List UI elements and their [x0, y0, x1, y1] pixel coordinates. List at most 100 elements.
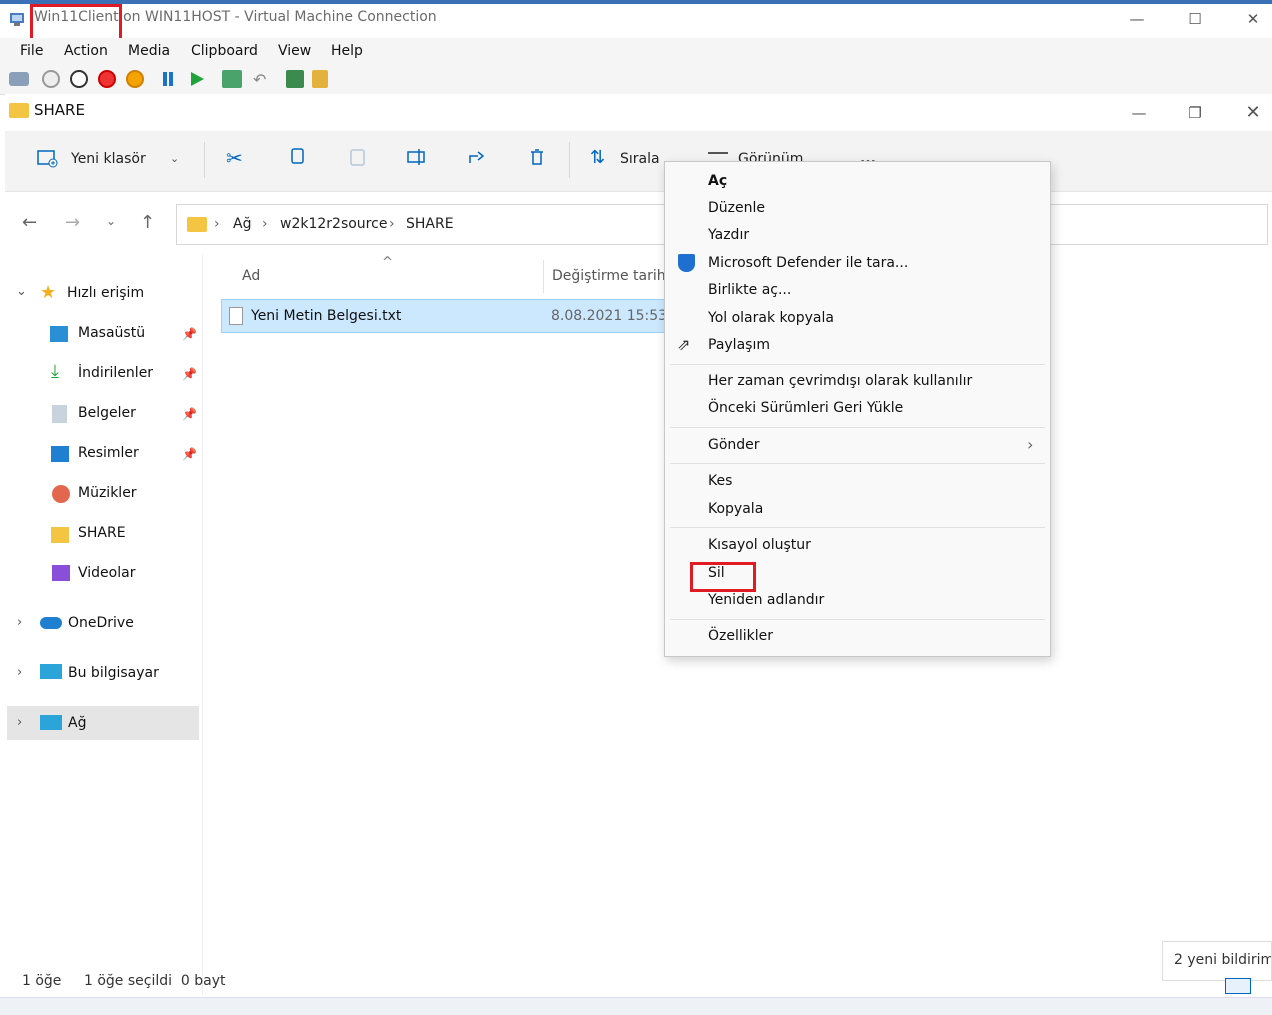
pause-icon-bar [169, 72, 173, 86]
menu-divider [670, 527, 1045, 528]
nav-item-share[interactable]: SHARE [78, 525, 126, 541]
explorer-restore-icon[interactable]: ❐ [1172, 100, 1218, 126]
nav-item-desktop[interactable]: Masaüstü [78, 325, 145, 341]
forward-icon[interactable]: → [65, 212, 80, 233]
download-icon: ⤓ [51, 361, 59, 382]
file-modified-date: 8.08.2021 15:53 [551, 308, 668, 324]
share-icon: ⇗ [677, 335, 691, 354]
nav-item-music[interactable]: Müzikler [78, 485, 137, 501]
folder-icon [187, 217, 207, 232]
menu-item-copy-path[interactable]: Yol olarak kopyala [708, 310, 834, 326]
menu-item-rename[interactable]: Yeniden adlandır [708, 592, 824, 608]
toolbar-divider [569, 142, 570, 178]
breadcrumb-network[interactable]: Ağ [233, 216, 251, 232]
copy-icon[interactable] [287, 146, 309, 168]
taskbar [0, 997, 1272, 1015]
network-icon [40, 715, 62, 730]
nav-network-selected[interactable] [7, 706, 199, 740]
turn-off-icon[interactable] [70, 70, 88, 88]
sort-button[interactable]: Sırala [620, 151, 660, 167]
menu-file[interactable]: File [20, 43, 43, 59]
share-icon[interactable] [466, 146, 488, 168]
menu-item-defender-scan[interactable]: Microsoft Defender ile tara... [708, 255, 908, 271]
notification-toast[interactable]: 2 yeni bildirim [1162, 941, 1272, 981]
start-icon[interactable] [42, 70, 60, 88]
menu-item-restore-versions[interactable]: Önceki Sürümleri Geri Yükle [708, 400, 903, 416]
nav-item-downloads[interactable]: İndirilenler [78, 365, 153, 381]
shut-down-icon[interactable] [98, 70, 116, 88]
vm-connection-icon [9, 11, 27, 27]
minimize-icon[interactable]: — [1114, 6, 1160, 32]
menu-item-copy[interactable]: Kopyala [708, 501, 763, 517]
menu-item-share[interactable]: Paylaşım [708, 337, 770, 353]
menu-item-open-with[interactable]: Birlikte aç... [708, 282, 791, 298]
breadcrumb-separator: › [262, 216, 268, 232]
cut-icon[interactable]: ✂ [226, 146, 248, 170]
checkpoint-icon[interactable] [222, 70, 242, 88]
nav-item-pictures[interactable]: Resimler [78, 445, 139, 461]
column-name-header[interactable]: Ad [242, 268, 260, 284]
menu-divider [670, 427, 1045, 428]
chevron-down-icon[interactable]: ⌄ [170, 152, 179, 165]
pause-icon[interactable] [163, 72, 167, 86]
nav-network[interactable]: Ağ [68, 715, 86, 731]
recent-locations-icon[interactable]: ⌄ [106, 214, 116, 228]
toolbar-divider [204, 142, 205, 178]
pin-icon: 📌 [182, 407, 197, 421]
menu-item-cut[interactable]: Kes [708, 473, 732, 489]
menu-divider [670, 463, 1045, 464]
column-divider[interactable] [543, 260, 544, 293]
ctrl-alt-del-icon[interactable] [9, 72, 29, 86]
back-icon[interactable]: ← [22, 212, 37, 233]
menu-item-properties[interactable]: Özellikler [708, 628, 773, 644]
menu-view[interactable]: View [278, 43, 311, 59]
menu-item-edit[interactable]: Düzenle [708, 200, 765, 216]
close-icon[interactable]: ✕ [1230, 6, 1272, 32]
breadcrumb-share[interactable]: SHARE [406, 216, 454, 232]
status-selection: 1 öğe seçildi 0 bayt [84, 973, 226, 989]
menu-clipboard[interactable]: Clipboard [191, 43, 258, 59]
chevron-down-icon[interactable]: ⌄ [16, 284, 27, 299]
nav-onedrive[interactable]: OneDrive [68, 615, 134, 631]
chevron-right-icon[interactable]: › [17, 665, 22, 680]
folder-icon [51, 527, 69, 543]
sort-icon[interactable]: ⇅ [590, 147, 605, 168]
enhanced-session-icon[interactable] [286, 70, 304, 88]
up-icon[interactable]: ↑ [140, 212, 155, 233]
menu-item-open[interactable]: Aç [708, 173, 727, 189]
resume-icon[interactable] [191, 72, 204, 86]
file-name[interactable]: Yeni Metin Belgesi.txt [251, 308, 401, 324]
menu-divider [670, 364, 1045, 365]
save-icon[interactable] [126, 70, 144, 88]
new-folder-icon[interactable] [36, 146, 58, 168]
explorer-close-icon[interactable]: ✕ [1230, 100, 1272, 126]
menu-item-create-shortcut[interactable]: Kısayol oluştur [708, 537, 811, 553]
nav-this-pc[interactable]: Bu bilgisayar [68, 665, 159, 681]
menu-item-send-to[interactable]: Gönder [708, 437, 760, 453]
nav-item-videos[interactable]: Videolar [78, 565, 135, 581]
menu-media[interactable]: Media [128, 43, 170, 59]
menu-help[interactable]: Help [331, 43, 363, 59]
breadcrumb-server[interactable]: w2k12r2source [280, 216, 387, 232]
nav-quick-access[interactable]: Hızlı erişim [67, 285, 144, 301]
new-folder-button[interactable]: Yeni klasör [71, 151, 146, 167]
maximize-icon[interactable]: ☐ [1172, 6, 1218, 32]
explorer-title: SHARE [34, 101, 85, 119]
star-icon: ★ [40, 282, 57, 303]
rename-icon[interactable] [406, 146, 428, 168]
share-icon[interactable] [312, 70, 328, 88]
pin-icon: 📌 [182, 327, 197, 341]
column-modified-header[interactable]: Değiştirme tarihi [552, 268, 670, 284]
details-view-icon[interactable] [1225, 978, 1251, 994]
menu-action[interactable]: Action [64, 43, 108, 59]
delete-icon[interactable] [526, 146, 548, 168]
computer-icon [40, 664, 62, 679]
menu-item-print[interactable]: Yazdır [708, 227, 749, 243]
chevron-right-icon[interactable]: › [17, 615, 22, 630]
explorer-minimize-icon[interactable]: — [1116, 100, 1162, 126]
menu-item-always-offline[interactable]: Her zaman çevrimdışı olarak kullanılır [708, 373, 972, 389]
revert-icon[interactable]: ↶ [253, 70, 266, 89]
nav-item-documents[interactable]: Belgeler [78, 405, 136, 421]
chevron-right-icon[interactable]: › [17, 715, 22, 730]
folder-icon [9, 103, 29, 118]
